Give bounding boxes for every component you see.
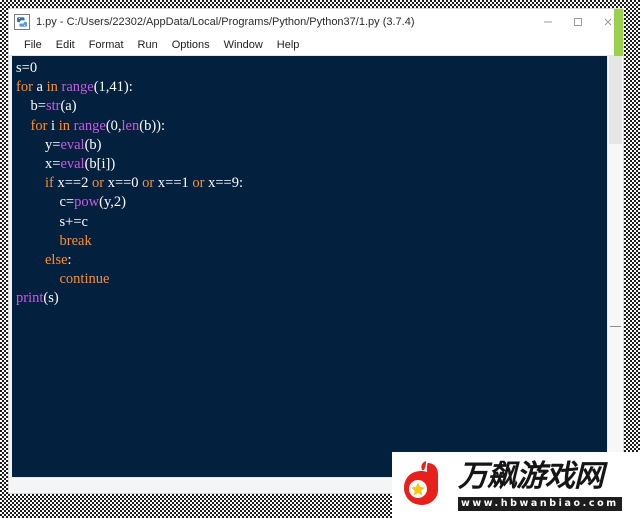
code-token: (1,41): (93, 79, 133, 96)
code-token: x==9: (204, 175, 243, 192)
code-token: (a) (60, 98, 77, 115)
code-token: (b[i]) (84, 156, 116, 173)
vertical-scrollbar[interactable] (607, 56, 623, 477)
menu-item-options[interactable]: Options (165, 39, 217, 51)
code-token: x==1 (154, 175, 193, 192)
window-controls (533, 9, 623, 34)
title-bar: 1.py - C:/Users/22302/AppData/Local/Prog… (9, 9, 623, 93)
python-idle-icon (14, 13, 30, 30)
code-token: (b) (84, 136, 102, 153)
code-token: eval (60, 156, 85, 173)
code-token: for (30, 117, 48, 134)
editor-body: s=0 for a in range(1,41): b=str(a) for i… (9, 56, 623, 493)
code-token: in (58, 117, 70, 134)
watermark-text: 万飙游戏网 www.hbwanbiao.com (458, 460, 640, 511)
source-code[interactable]: s=0 for a in range(1,41): b=str(a) for i… (12, 56, 607, 309)
code-token: len (121, 117, 140, 134)
code-token: or (192, 175, 205, 192)
code-token: c= (59, 194, 75, 211)
code-token: (s) (43, 290, 59, 307)
code-token: pow (74, 194, 100, 211)
code-token: s=0 (16, 60, 38, 76)
scrollbar-tick (610, 326, 621, 327)
code-token: if (45, 175, 54, 192)
code-token: x==0 (104, 175, 143, 192)
code-token: continue (59, 271, 110, 288)
menu-item-window[interactable]: Window (217, 39, 270, 51)
window-title: 1.py - C:/Users/22302/AppData/Local/Prog… (36, 15, 415, 28)
code-token: print (16, 290, 44, 307)
code-token: (b)): (139, 117, 166, 134)
code-token: x= (45, 156, 61, 173)
red-heart-hand-logo (398, 459, 452, 511)
menu-item-run[interactable]: Run (131, 39, 165, 51)
watermark: 万飙游戏网 www.hbwanbiao.com (392, 452, 640, 518)
idle-editor-window: 1.py - C:/Users/22302/AppData/Local/Prog… (8, 8, 624, 494)
site-name: 万飙游戏网 (458, 459, 604, 494)
maximize-icon[interactable] (563, 10, 593, 34)
code-token: s+=c (59, 213, 88, 230)
code-token: eval (60, 136, 85, 153)
code-token: (0, (105, 117, 122, 134)
code-token: x==2 (53, 175, 92, 192)
code-token: (y,2) (99, 194, 126, 211)
code-token: in (46, 79, 58, 96)
code-editor[interactable]: s=0 for a in range(1,41): b=str(a) for i… (9, 56, 607, 477)
code-token: else (45, 252, 68, 269)
code-token: y= (45, 136, 61, 153)
code-token: a (32, 79, 47, 96)
code-token: : (67, 252, 72, 269)
menu-item-file[interactable]: File (17, 39, 49, 51)
code-token: str (45, 98, 61, 115)
menu-bar: File Edit Format Run Options Window Help (9, 34, 623, 56)
site-url: www.hbwanbiao.com (458, 496, 622, 511)
menu-item-format[interactable]: Format (82, 39, 131, 51)
code-token: or (142, 175, 155, 192)
minimize-icon[interactable] (533, 10, 563, 34)
code-token: for (16, 79, 33, 96)
code-token: i (47, 117, 59, 134)
vertical-scrollbar-thumb[interactable] (609, 56, 622, 144)
code-token: range (61, 79, 94, 96)
menu-item-help[interactable]: Help (270, 39, 307, 51)
editor-row: s=0 for a in range(1,41): b=str(a) for i… (9, 56, 623, 477)
code-token: or (91, 175, 105, 192)
code-token: range (73, 117, 106, 134)
code-token: break (59, 232, 92, 249)
code-token: b= (30, 98, 46, 115)
menu-item-edit[interactable]: Edit (49, 39, 82, 51)
